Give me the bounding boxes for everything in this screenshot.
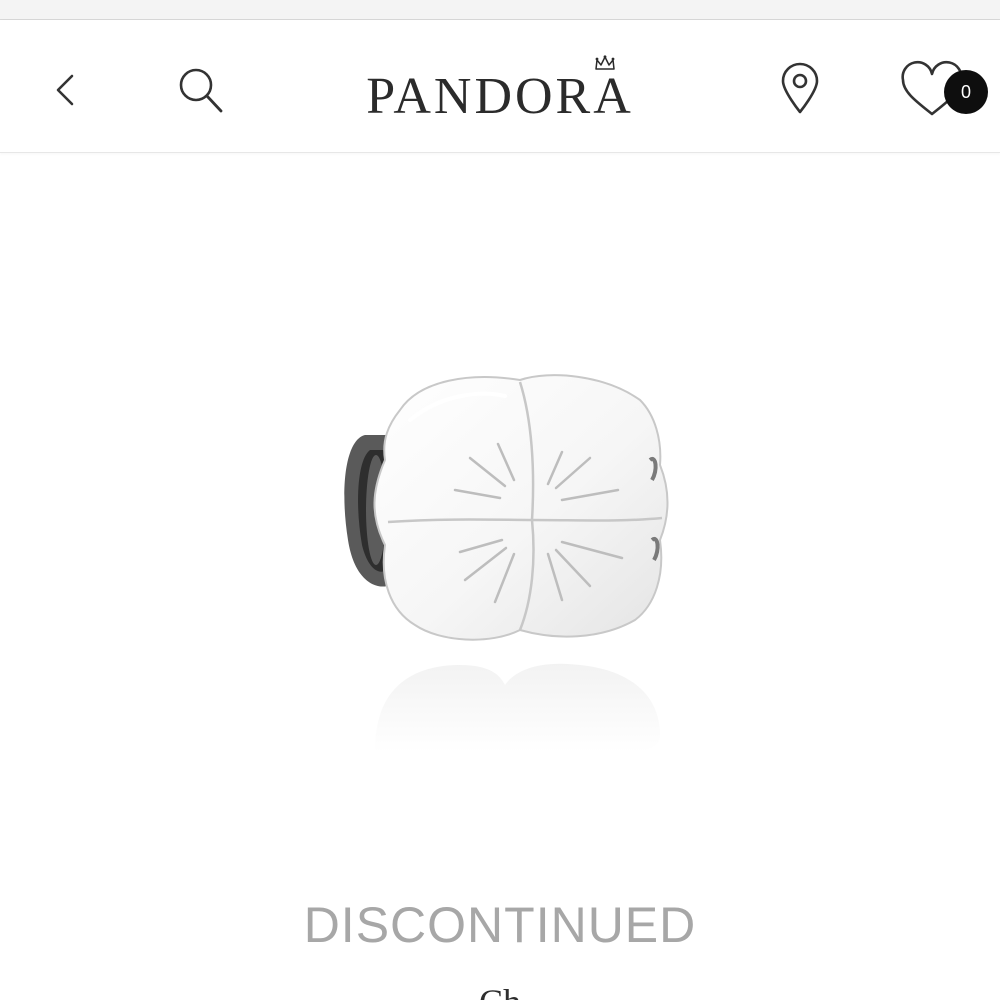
chevron-left-icon — [56, 74, 74, 106]
clover-charm-image — [344, 374, 669, 753]
crown-icon — [595, 55, 615, 70]
brand-logo[interactable]: PANDORA — [300, 42, 700, 142]
site-header: PANDORA 0 — [0, 20, 1000, 153]
wishlist-button[interactable]: 0 — [895, 58, 995, 122]
search-button[interactable] — [170, 60, 232, 122]
product-image[interactable] — [300, 340, 700, 780]
search-icon — [179, 68, 223, 113]
map-pin-icon — [781, 62, 819, 114]
brand-wordmark: PANDORA — [366, 68, 634, 125]
product-name: Ch — [0, 984, 1000, 1000]
store-locator-button[interactable] — [770, 58, 830, 118]
product-page: PANDORA 0 DISCONTINUED — [0, 0, 1000, 1000]
browser-top-strip — [0, 0, 1000, 20]
back-button[interactable] — [40, 64, 92, 116]
wishlist-count-badge: 0 — [944, 70, 988, 114]
product-status: DISCONTINUED — [303, 897, 697, 953]
